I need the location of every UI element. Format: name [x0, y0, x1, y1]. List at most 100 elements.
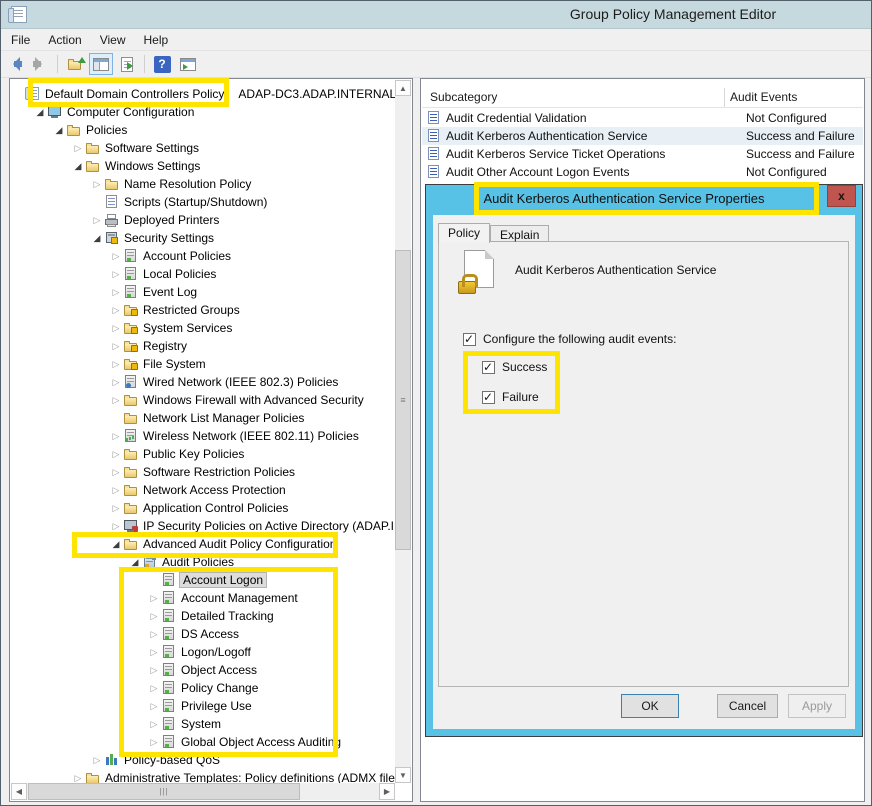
expand-toggle-icon[interactable]: ▷: [147, 607, 161, 625]
tree-item[interactable]: ▷ Privilege Use: [11, 697, 395, 715]
expand-toggle-icon[interactable]: ▷: [109, 427, 123, 445]
cancel-button[interactable]: Cancel: [717, 694, 778, 718]
tree-item[interactable]: ▷ Wired Network (IEEE 802.3) Policies: [11, 373, 395, 391]
vertical-scroll-thumb[interactable]: ≡: [395, 250, 411, 550]
expand-toggle-icon[interactable]: ◢: [128, 553, 142, 571]
expand-toggle-icon[interactable]: ▷: [109, 247, 123, 265]
tree-item[interactable]: ◢ Windows Settings: [11, 157, 395, 175]
tree-item[interactable]: ▷ IP Security Policies on Active Directo…: [11, 517, 395, 535]
expand-toggle-icon[interactable]: ▷: [71, 139, 85, 157]
tab-explain[interactable]: Explain: [490, 225, 549, 242]
expand-toggle-icon[interactable]: ▷: [147, 715, 161, 733]
apply-button[interactable]: Apply: [788, 694, 846, 718]
expand-toggle-icon[interactable]: ◢: [90, 229, 104, 247]
tree-item[interactable]: ▷ Account Management: [11, 589, 395, 607]
tree-item[interactable]: ▷ Public Key Policies: [11, 445, 395, 463]
expand-toggle-icon[interactable]: ▷: [147, 625, 161, 643]
tree-item[interactable]: ▷ Restricted Groups: [11, 301, 395, 319]
tree-item[interactable]: ▷ Object Access: [11, 661, 395, 679]
expand-toggle-icon[interactable]: ▷: [147, 733, 161, 751]
expand-toggle-icon[interactable]: ▷: [109, 499, 123, 517]
tree-item[interactable]: ▷ Deployed Printers: [11, 211, 395, 229]
menu-file[interactable]: File: [2, 29, 39, 50]
expand-toggle-icon[interactable]: ▷: [109, 319, 123, 337]
tree-item[interactable]: ▷ Name Resolution Policy: [11, 175, 395, 193]
tree-vertical-scrollbar[interactable]: ▲ ≡ ▼: [395, 80, 411, 783]
expand-toggle-icon[interactable]: ▷: [147, 643, 161, 661]
tree-item[interactable]: Scripts (Startup/Shutdown): [11, 193, 395, 211]
scroll-right-icon[interactable]: ▶: [379, 783, 395, 800]
configure-checkbox[interactable]: [463, 333, 476, 346]
up-one-level-button[interactable]: [63, 53, 87, 75]
ok-button[interactable]: OK: [621, 694, 679, 718]
list-row[interactable]: Audit Kerberos Service Ticket Operations…: [422, 145, 863, 163]
expand-toggle-icon[interactable]: ▷: [147, 589, 161, 607]
expand-toggle-icon[interactable]: ▷: [147, 661, 161, 679]
expand-toggle-icon[interactable]: ▷: [109, 445, 123, 463]
expand-toggle-icon[interactable]: ▷: [109, 481, 123, 499]
tree-item[interactable]: Account Logon: [11, 571, 395, 589]
tree-item[interactable]: ▷ DS Access: [11, 625, 395, 643]
expand-toggle-icon[interactable]: ▷: [109, 337, 123, 355]
expand-toggle-icon[interactable]: ◢: [33, 103, 47, 121]
expand-toggle-icon[interactable]: ▷: [109, 517, 123, 535]
expand-toggle-icon[interactable]: ▷: [109, 301, 123, 319]
column-divider[interactable]: [724, 88, 725, 107]
expand-toggle-icon[interactable]: ▷: [109, 373, 123, 391]
expand-toggle-icon[interactable]: ▷: [109, 463, 123, 481]
new-window-button[interactable]: [176, 53, 200, 75]
tree-item-root[interactable]: Default Domain Controllers Policy ADAP-D…: [11, 85, 395, 103]
horizontal-scroll-thumb[interactable]: |||: [28, 783, 300, 800]
tree-item[interactable]: ▷ Account Policies: [11, 247, 395, 265]
tree-item[interactable]: ▷ Software Restriction Policies: [11, 463, 395, 481]
tree-item[interactable]: Network List Manager Policies: [11, 409, 395, 427]
scroll-down-icon[interactable]: ▼: [395, 767, 411, 783]
list-row[interactable]: Audit Credential Validation Not Configur…: [422, 109, 863, 127]
tree-item[interactable]: ◢ Security Settings: [11, 229, 395, 247]
tab-policy[interactable]: Policy: [438, 223, 490, 243]
tree-item[interactable]: ▷ Local Policies: [11, 265, 395, 283]
tree-item[interactable]: ▷ Policy Change: [11, 679, 395, 697]
tree-item[interactable]: ▷ Global Object Access Auditing: [11, 733, 395, 751]
option-checkbox[interactable]: [482, 361, 495, 374]
expand-toggle-icon[interactable]: ▷: [90, 751, 104, 769]
close-icon[interactable]: x: [827, 185, 856, 207]
tree-item[interactable]: ▷ Application Control Policies: [11, 499, 395, 517]
menu-action[interactable]: Action: [39, 29, 90, 50]
help-button[interactable]: ?: [150, 53, 174, 75]
column-audit-events[interactable]: Audit Events: [730, 90, 797, 104]
list-row[interactable]: Audit Kerberos Authentication Service Su…: [422, 127, 863, 145]
expand-toggle-icon[interactable]: ▷: [109, 265, 123, 283]
tree-item[interactable]: ▷ Administrative Templates: Policy defin…: [11, 769, 395, 783]
option-checkbox[interactable]: [482, 391, 495, 404]
tree-item[interactable]: ▷ System Services: [11, 319, 395, 337]
expand-toggle-icon[interactable]: ◢: [52, 121, 66, 139]
expand-toggle-icon[interactable]: ▷: [90, 211, 104, 229]
tree-item[interactable]: ▷ Detailed Tracking: [11, 607, 395, 625]
tree-item[interactable]: ▷ Policy-based QoS: [11, 751, 395, 769]
tree-horizontal-scrollbar[interactable]: ◀ ||| ▶: [11, 783, 395, 800]
expand-toggle-icon[interactable]: ▷: [147, 697, 161, 715]
expand-toggle-icon[interactable]: ▷: [147, 679, 161, 697]
expand-toggle-icon[interactable]: ▷: [109, 283, 123, 301]
tree-item[interactable]: ▷ Network Access Protection: [11, 481, 395, 499]
tree-item[interactable]: ◢ Audit Policies: [11, 553, 395, 571]
menu-view[interactable]: View: [91, 29, 135, 50]
column-subcategory[interactable]: Subcategory: [430, 90, 497, 104]
expand-toggle-icon[interactable]: ◢: [71, 157, 85, 175]
scroll-up-icon[interactable]: ▲: [395, 80, 411, 96]
list-row[interactable]: Audit Other Account Logon Events Not Con…: [422, 163, 863, 181]
export-list-button[interactable]: [115, 53, 139, 75]
show-console-tree-button[interactable]: [89, 53, 113, 75]
tree-item[interactable]: ▷ Wireless Network (IEEE 802.11) Policie…: [11, 427, 395, 445]
tree-item[interactable]: ▷ Logon/Logoff: [11, 643, 395, 661]
back-button[interactable]: [2, 53, 26, 75]
expand-toggle-icon[interactable]: ▷: [109, 391, 123, 409]
forward-button[interactable]: [28, 53, 52, 75]
tree-item[interactable]: ▷ Event Log: [11, 283, 395, 301]
tree-item[interactable]: ◢ Computer Configuration: [11, 103, 395, 121]
expand-toggle-icon[interactable]: ▷: [90, 175, 104, 193]
tree-item[interactable]: ▷ System: [11, 715, 395, 733]
expand-toggle-icon[interactable]: ▷: [109, 355, 123, 373]
scroll-left-icon[interactable]: ◀: [11, 783, 27, 800]
